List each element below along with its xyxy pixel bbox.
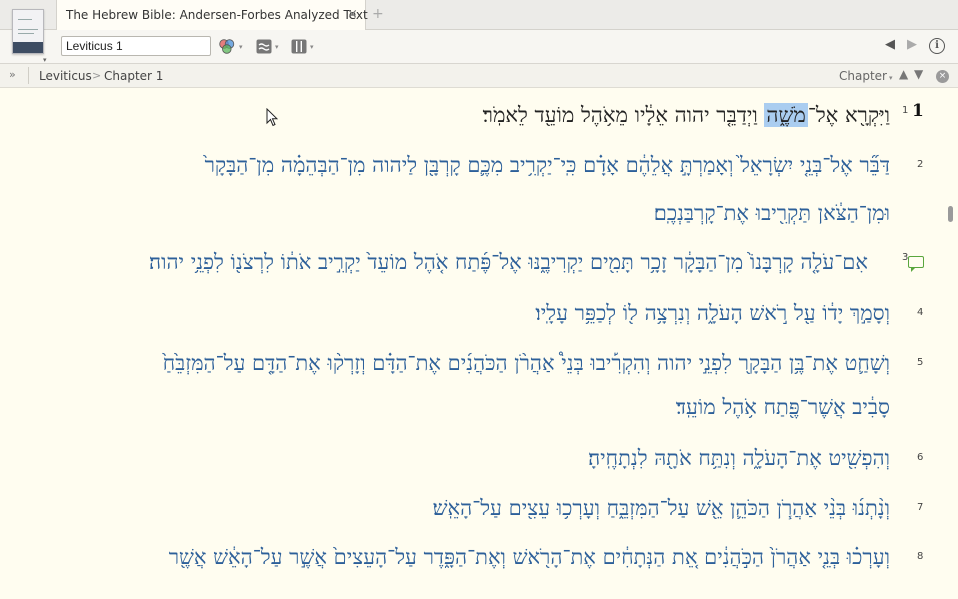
verse-line: 2 דַּבֵּ֞ר אֶל־בְּנֵ֤י יִשְׂרָאֵל֙ וְאָמ… (0, 145, 925, 185)
tab-resource[interactable]: The Hebrew Bible: Andersen-Forbes Analyz… (56, 0, 368, 31)
scrollbar[interactable] (944, 89, 958, 599)
verse-text[interactable]: סָבִ֔יב אֲשֶׁר־פֶּ֖תַח אֹ֥הֶל מוֹעֵֽד׃ (676, 387, 890, 427)
previous-chapter-icon[interactable]: ▲ (899, 67, 908, 81)
divider (28, 67, 29, 84)
verse-text[interactable]: אִם־עֹלָ֤ה קָרְבָּנוֹ֙ מִן־הַבָּקָ֔ר זָכ… (149, 242, 868, 282)
cover-decoration (18, 19, 32, 20)
verse-text[interactable]: וְשָׁחַ֛ט אֶת־בֶּ֥ן הַבָּקָ֖ר לִפְנֵ֣י י… (163, 343, 890, 383)
verse-line: סָבִ֔יב אֲשֶׁר־פֶּ֖תַח אֹ֥הֶל מוֹעֵֽד׃ (0, 387, 925, 427)
breadcrumb: » Leviticus > Chapter 1 Chapter ▾ ▲ ▼ × (0, 64, 958, 88)
forward-arrow-icon[interactable]: ▶ (907, 37, 917, 52)
chevron-down-icon: ▾ (275, 42, 279, 51)
verse-number: 7 (917, 502, 924, 513)
scroll-thumb[interactable] (948, 206, 953, 222)
verse-line: 6 וְהִפְשִׁ֖יט אֶת־הָעֹלָ֑ה וְנִתַּ֥ח אֹ… (0, 438, 925, 478)
new-tab-icon[interactable]: + (372, 6, 384, 22)
breadcrumb-book[interactable]: Leviticus (39, 69, 92, 83)
panel-layout-icon (291, 39, 307, 54)
resource-toolbar: ▾ ▾ ▾ ◀ ▶ i (0, 30, 958, 64)
verse-text[interactable]: וְעָרְכ֗וּ בְּנֵ֤י אַהֲרֹן֙ הַכֹּ֣הֲנִ֔י… (169, 537, 890, 577)
cover-decoration (18, 29, 38, 30)
verse-line: 8 וְעָרְכ֗וּ בְּנֵ֤י אַהֲרֹן֙ הַכֹּ֣הֲנִ… (0, 537, 925, 577)
chevron-down-icon: ▾ (310, 42, 314, 51)
cover-band (13, 42, 43, 53)
verse-number: 5 (917, 357, 924, 368)
chapter-selector[interactable]: Chapter ▾ (839, 69, 893, 83)
verse-number: 1 (902, 105, 909, 116)
visual-filters-button[interactable]: ▾ (218, 38, 243, 55)
verse-word[interactable]: וַיְדַבֵּ֤ר יהוה אֵלָ֔יו מֵאֹ֥הֶל מוֹעֵ֖… (483, 103, 765, 127)
verse-number: 6 (917, 452, 924, 463)
verse-text[interactable]: וְסָמַ֣ךְ יָד֔וֹ עַ֖ל רֹ֣אשׁ הָעֹלָ֑ה וְ… (535, 293, 890, 333)
tab-close-icon[interactable]: × (347, 7, 358, 22)
verse-number: 4 (917, 307, 924, 318)
cover-decoration (18, 33, 34, 34)
tab-title: The Hebrew Bible: Andersen-Forbes Analyz… (66, 8, 368, 22)
verse-text[interactable]: דַּבֵּ֞ר אֶל־בְּנֵ֤י יִשְׂרָאֵל֙ וְאָמַר… (205, 145, 890, 185)
next-chapter-icon[interactable]: ▼ (914, 67, 923, 81)
verse-line: 1 1 וַיִּקְרָ֖א אֶל־מֹשֶׁ֑ה וַיְדַבֵּ֤ר … (0, 95, 925, 135)
chevron-down-icon: ▾ (239, 42, 243, 51)
verse-text[interactable]: וּמִן־הַצֹּ֔אן תַּקְרִ֖יבוּ אֶת־קָרְבַּנ… (654, 193, 890, 233)
selected-word[interactable]: מֹשֶׁ֑ה (764, 103, 808, 127)
bible-text-pane[interactable]: 1 1 וַיִּקְרָ֖א אֶל־מֹשֶׁ֑ה וַיְדַבֵּ֤ר … (0, 89, 958, 599)
back-arrow-icon[interactable]: ◀ (885, 37, 895, 52)
verse-number: 2 (917, 159, 924, 170)
expand-icon[interactable]: » (9, 68, 16, 81)
info-icon[interactable]: i (929, 38, 945, 54)
parallel-resources-icon (256, 39, 272, 54)
parallel-resources-button[interactable]: ▾ (256, 38, 279, 55)
breadcrumb-separator: > (92, 69, 102, 82)
visual-filters-icon (219, 39, 235, 54)
resource-cover-thumbnail[interactable] (12, 9, 44, 54)
chevron-down-icon: ▾ (888, 74, 893, 82)
reference-input[interactable] (61, 36, 211, 56)
note-icon[interactable] (908, 256, 924, 272)
chapter-selector-label: Chapter (839, 69, 887, 83)
verse-line: 4 וְסָמַ֣ךְ יָד֔וֹ עַ֖ל רֹ֣אשׁ הָעֹלָ֑ה … (0, 293, 925, 333)
verse-line: וּמִן־הַצֹּ֔אן תַּקְרִ֖יבוּ אֶת־קָרְבַּנ… (0, 193, 925, 233)
close-icon[interactable]: × (936, 70, 949, 83)
panel-layout-button[interactable]: ▾ (291, 38, 314, 55)
verse-line: 7 וְנָ֨תְנ֜וּ בְּנֵ֨י אַהֲרֹ֧ן הַכֹּהֵ֛ן… (0, 488, 925, 528)
verse-text[interactable]: וְהִפְשִׁ֖יט אֶת־הָעֹלָ֑ה וְנִתַּ֥ח אֹתָ… (588, 438, 890, 478)
verse-line: 5 וְשָׁחַ֛ט אֶת־בֶּ֥ן הַבָּקָ֖ר לִפְנֵ֣י… (0, 343, 925, 383)
tab-bar: The Hebrew Bible: Andersen-Forbes Analyz… (0, 0, 958, 31)
verse-number: 8 (917, 551, 924, 562)
chevron-down-icon[interactable]: ▾ (43, 56, 47, 64)
mouse-cursor-icon (266, 108, 278, 127)
breadcrumb-chapter[interactable]: Chapter 1 (104, 69, 163, 83)
verse-line: 3 אִם־עֹלָ֤ה קָרְבָּנוֹ֙ מִן־הַבָּקָ֔ר ז… (0, 242, 925, 282)
verse-word[interactable]: וַיִּקְרָ֖א אֶל־ (808, 103, 890, 127)
verse-text[interactable]: וַיִּקְרָ֖א אֶל־מֹשֶׁ֑ה וַיְדַבֵּ֤ר יהוה… (483, 95, 890, 135)
verse-text[interactable]: וְנָ֨תְנ֜וּ בְּנֵ֨י אַהֲרֹ֧ן הַכֹּהֵ֛ן א… (433, 488, 890, 528)
chapter-number: 1 (912, 101, 924, 121)
